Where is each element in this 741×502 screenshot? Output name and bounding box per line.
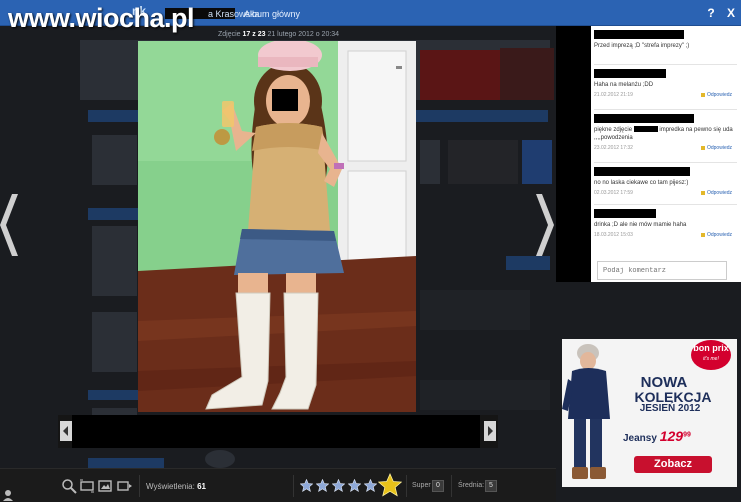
caption-chevron-left-icon — [63, 426, 68, 436]
chevron-right-icon — [536, 194, 554, 256]
lightbox-viewer: nk a Krasowska Album główny ? X www.wioc… — [0, 0, 741, 502]
comment-date: 18.03.2012 15:03 — [594, 232, 633, 238]
comment-input[interactable] — [597, 261, 727, 280]
comment-text: Przed imprezą ;D "strefa imprezy" ;) — [594, 43, 690, 49]
comment-date: 23.02.2012 17:32 — [594, 145, 633, 151]
comment-item: no no laska ciekawe co tam pijesz:) 02.0… — [594, 167, 734, 198]
ad-price-label: Jeansy — [623, 433, 657, 444]
reply-link[interactable]: Odpowiedz — [701, 145, 732, 151]
comment-item: drinka ;D ale nie mów mamie haha 18.03.2… — [594, 209, 734, 240]
comment-item: Haha na melanżu ;DD 21.02.2012 21:19 Odp… — [594, 69, 734, 100]
photo-counter: 17 z 23 — [242, 31, 266, 38]
super-count: 0 — [432, 480, 444, 492]
toolbar-separator — [293, 475, 294, 497]
user-corner-icon[interactable] — [2, 488, 14, 501]
redacted-word — [633, 126, 658, 133]
views-value: 61 — [197, 482, 206, 491]
photo-info: Zdjęcie 17 z 23 21 lutego 2012 o 20:34 — [218, 31, 339, 38]
comment-text: Haha na melanżu ;DD — [594, 82, 654, 88]
rating-star-icon[interactable] — [331, 478, 346, 492]
redacted-caption — [72, 415, 480, 448]
ad-price-cents: 99 — [683, 431, 691, 439]
redacted-commenter — [594, 167, 690, 176]
comment-divider — [594, 109, 737, 110]
redacted-commenter — [594, 114, 694, 123]
slideshow-icon[interactable] — [117, 478, 133, 494]
toolbar-separator — [451, 475, 452, 497]
super-star-icon[interactable] — [377, 473, 403, 497]
ad-price: Jeansy 12999 — [623, 428, 691, 444]
caption-chevron-right-icon — [488, 426, 493, 436]
help-button[interactable]: ? — [702, 4, 720, 22]
redacted-commenter — [594, 30, 684, 39]
comment-text: piękne zdjęcie impredka na pewno się uda… — [594, 126, 734, 142]
reply-link[interactable]: Odpowiedz — [701, 92, 732, 98]
average-label: Średnia: — [458, 482, 485, 489]
comments-panel: Przed imprezą ;D "strefa imprezy" ;) Hah… — [556, 26, 741, 282]
caption-next-button[interactable] — [484, 421, 496, 441]
comment-text-part: piękne zdjęcie — [594, 127, 633, 133]
toolbar-separator — [406, 475, 407, 497]
bonprix-advertisement[interactable]: bon prix it's me! NOWA KOLEKCJA JESIEŃ 2… — [562, 339, 737, 487]
comment-date: 21.02.2012 21:19 — [594, 92, 633, 98]
ad-price-value: 129 — [659, 428, 684, 444]
comment-divider — [594, 64, 737, 65]
ad-cta-button[interactable]: Zobacz — [634, 456, 712, 473]
ad-brand-tag: it's me! — [703, 356, 719, 362]
average-value: 5 — [485, 480, 497, 492]
edit-photo-icon[interactable] — [97, 478, 113, 494]
toolbar-separator — [139, 475, 140, 497]
main-photo[interactable] — [138, 41, 416, 412]
ad-brand: bon prix — [693, 343, 729, 353]
photo-date: 21 lutego 2012 o 20:34 — [267, 31, 340, 38]
album-link[interactable]: Album główny — [244, 9, 300, 19]
redacted-commenter — [594, 69, 666, 78]
redacted-avatars-column — [556, 26, 591, 282]
rating-star-icon[interactable] — [347, 478, 362, 492]
comment-divider — [594, 162, 737, 163]
views-counter: Wyświetlenia: 61 — [146, 482, 206, 491]
comment-text: no no laska ciekawe co tam pijesz:) — [594, 180, 689, 186]
close-button[interactable]: X — [722, 4, 740, 22]
photo-counter-prefix: Zdjęcie — [218, 31, 241, 38]
rating-star-icon[interactable] — [299, 478, 314, 492]
site-watermark: www.wiocha.pl — [8, 3, 195, 33]
super-label: Super — [412, 482, 431, 489]
next-photo-arrow[interactable] — [532, 192, 554, 258]
photo-scene — [138, 41, 416, 412]
views-label: Wyświetlenia: — [146, 482, 195, 491]
comment-text: drinka ;D ale nie mów mamie haha — [594, 222, 687, 228]
previous-photo-arrow[interactable] — [0, 192, 22, 258]
comment-divider — [594, 204, 737, 205]
redacted-commenter — [594, 209, 656, 218]
rating-star-icon[interactable] — [363, 478, 378, 492]
bottom-toolbar: Wyświetlenia: 61 Super 0 Średnia: 5 — [0, 468, 556, 502]
reply-link[interactable]: Odpowiedz — [701, 232, 732, 238]
rating-star-icon[interactable] — [315, 478, 330, 492]
caption-prev-button[interactable] — [60, 421, 72, 441]
reply-link[interactable]: Odpowiedz — [701, 190, 732, 196]
ad-model-image — [562, 344, 610, 479]
comment-date: 02.03.2012 17:59 — [594, 190, 633, 196]
search-zoom-icon[interactable] — [61, 478, 77, 494]
ad-title-line3: JESIEŃ 2012 — [639, 403, 701, 414]
fullscreen-icon[interactable] — [79, 478, 95, 494]
bonprix-logo: bon prix it's me! — [691, 340, 731, 370]
caption-bar — [58, 415, 498, 448]
comment-item: piękne zdjęcie impredka na pewno się uda… — [594, 114, 734, 153]
comment-item: Przed imprezą ;D "strefa imprezy" ;) — [594, 30, 734, 50]
chevron-left-icon — [0, 194, 18, 256]
